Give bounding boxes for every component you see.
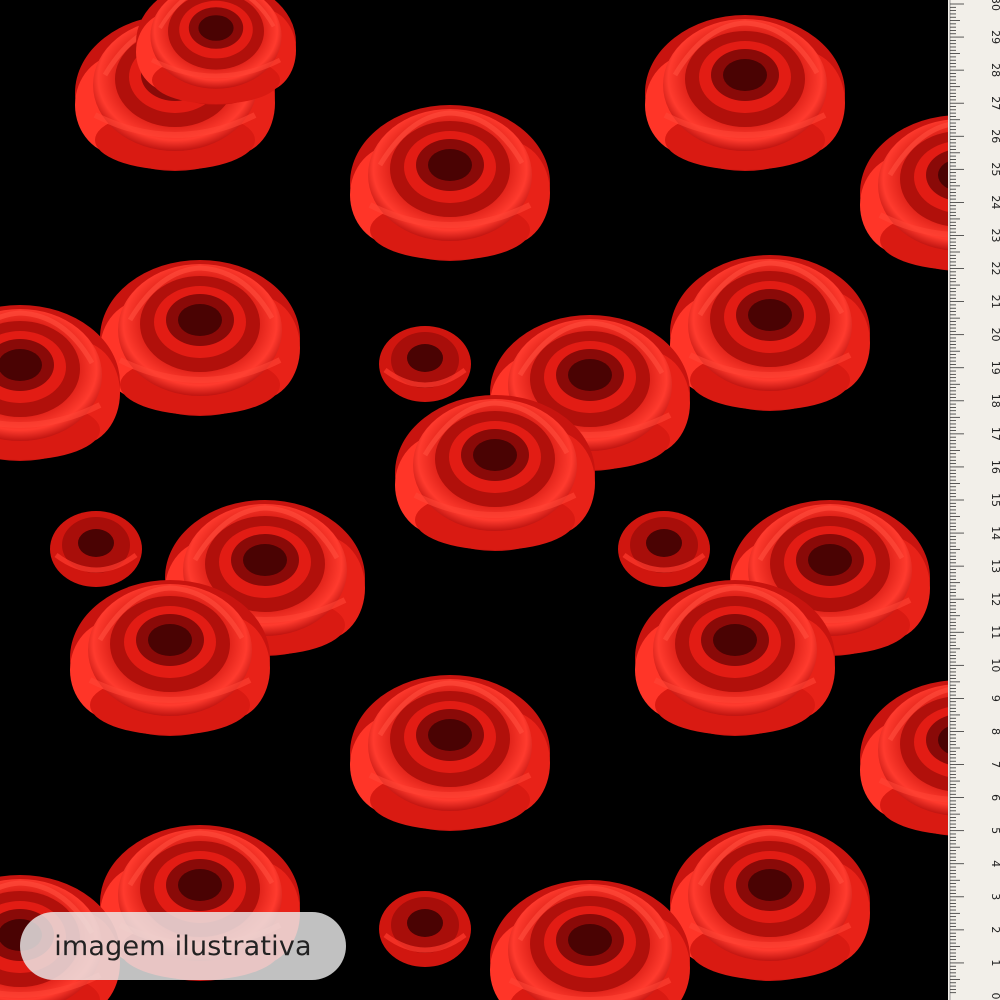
rose [635,580,835,736]
ruler-label: 0 [989,993,1000,1000]
ruler-label: 6 [989,794,1000,801]
rosebud [379,326,471,402]
rose [350,675,550,831]
ruler-label: 19 [989,361,1000,375]
ruler-label: 28 [989,63,1000,77]
ruler-label: 20 [989,328,1000,342]
ruler-label: 22 [989,262,1000,276]
caption-badge: imagem ilustrativa [20,912,346,980]
ruler-label: 12 [989,592,1000,606]
ruler-label: 25 [989,162,1000,176]
ruler-label: 3 [989,893,1000,900]
rose [645,15,845,171]
ruler-label: 7 [989,761,1000,768]
rose [670,255,870,411]
ruler-label: 9 [989,695,1000,702]
rose [70,580,270,736]
rose-pattern [0,0,948,1000]
rosebud [50,511,142,587]
ruler-label: 14 [989,526,1000,540]
ruler-label: 5 [989,827,1000,834]
ruler-label: 10 [989,658,1000,672]
rose [670,825,870,981]
rose [100,260,300,416]
rosebud [379,891,471,967]
rose [350,105,550,261]
ruler-label: 17 [989,427,1000,441]
fabric-preview: 3029282726252423222120191817161514131211… [0,0,1000,1000]
ruler-label: 4 [989,860,1000,867]
ruler-label: 18 [989,394,1000,408]
ruler-label: 2 [989,926,1000,933]
caption-text: imagem ilustrativa [54,930,312,962]
ruler-label: 11 [989,625,1000,639]
ruler-label: 13 [989,559,1000,573]
ruler-label: 16 [989,460,1000,474]
rosebud [618,511,710,587]
rose [395,395,595,551]
ruler-label: 27 [989,96,1000,110]
ruler-label: 8 [989,728,1000,735]
ruler-label: 23 [989,228,1000,242]
ruler-label: 1 [989,959,1000,966]
ruler-label: 24 [989,195,1000,209]
ruler-label: 29 [989,30,1000,44]
ruler-label: 30 [989,0,1000,11]
ruler-label: 26 [989,129,1000,143]
ruler-label: 21 [989,295,1000,309]
measuring-ruler: 3029282726252423222120191817161514131211… [948,0,1000,1000]
rose [136,0,296,105]
ruler-label: 15 [989,493,1000,507]
